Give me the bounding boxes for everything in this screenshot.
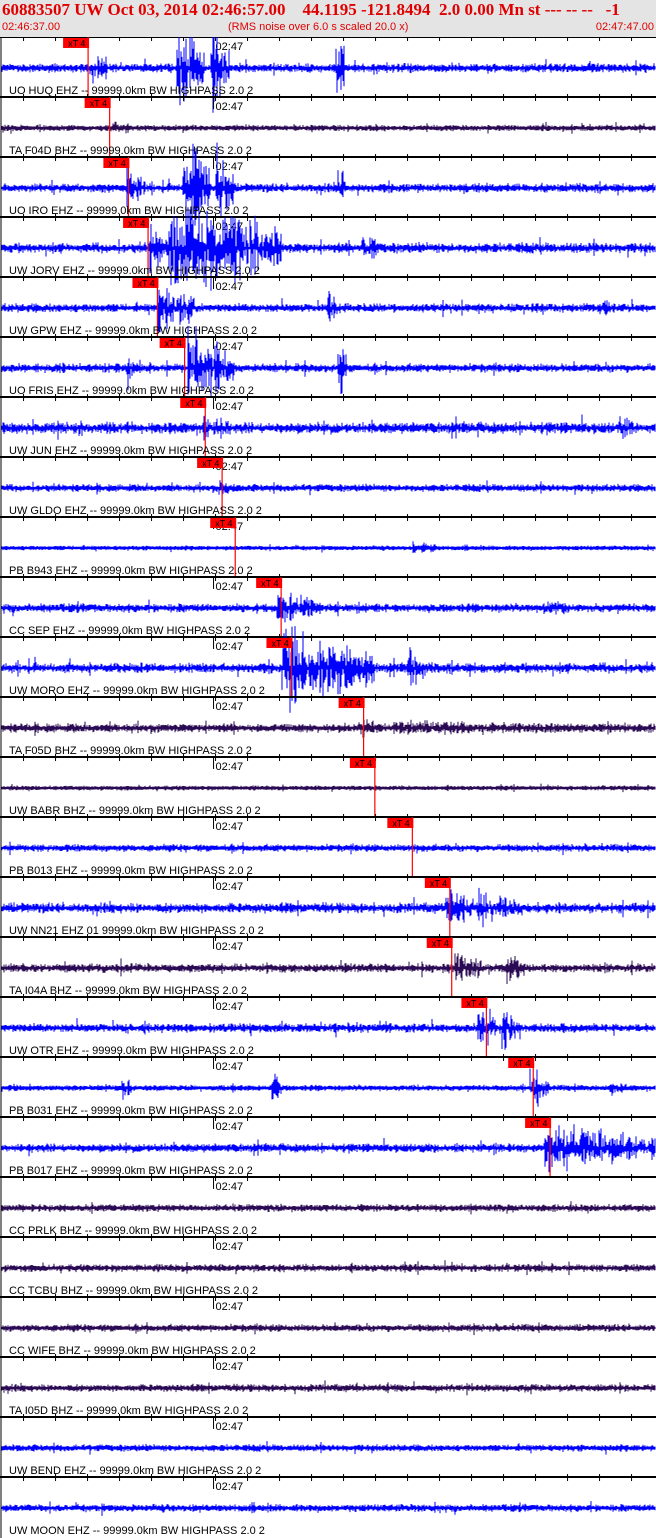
pick-label: xT 4 [344,699,361,709]
time-tick-label: 02:47 [216,1121,244,1133]
time-tick-label: 02:47 [216,401,244,413]
waveform-trace [0,719,656,738]
time-tick-label: 02:47 [216,1061,244,1073]
waveform-trace [0,414,656,441]
header: 60883507 UW Oct 03, 2014 02:46:57.00 44.… [0,0,656,37]
station-label: PB B943 EHZ -- 99999.0km BW HIGHPASS 2.0… [9,565,253,577]
time-tick-label: 02:47 [216,761,244,773]
pick-label: xT 4 [202,459,219,469]
station-label: UW BEND EHZ -- 99999.0km BW HIGHPASS 2.0… [9,1465,261,1477]
waveform-trace [0,480,656,496]
station-label: UO IRO EHZ -- 99999.0km BW HIGHPASS 2.0 … [9,205,248,217]
waveform-trace [0,207,656,291]
station-label: UW JORV EHZ -- 99999.0km BW HIGHPASS 2.0… [9,265,260,277]
station-label: CC PRLK BHZ -- 99999.0km BW HIGHPASS 2.0… [9,1225,257,1237]
time-tick-label: 02:47 [216,941,244,953]
station-label: PB B013 EHZ -- 99999.0km BW HIGHPASS 2.0… [9,865,253,877]
pick-label: xT 4 [530,1119,547,1129]
pick-label: xT 4 [90,99,107,109]
station-label: PB B031 EHZ -- 99999.0km BW HIGHPASS 2.0… [9,1105,253,1117]
pick-label: xT 4 [108,159,125,169]
pick-label: xT 4 [185,399,202,409]
station-label: TA I05D BHZ -- 99999.0km BW HIGHPASS 2.0… [9,1405,248,1417]
station-label: UO FRIS EHZ -- 99999.0km BW HIGHPASS 2.0… [9,385,254,397]
rms-note: (RMS noise over 6.0 s scaled 20.0 x) [228,21,409,33]
time-tick-label: 02:47 [216,881,244,893]
waveform-trace [0,541,656,553]
start-time: 02:46:37.00 [2,21,61,33]
station-label: UW MORO EHZ -- 99999.0km BW HIGHPASS 2.0… [9,685,265,697]
time-tick-label: 02:47 [216,701,244,713]
time-tick-label: 02:47 [216,1481,244,1493]
pick-label: xT 4 [466,999,483,1009]
time-tick-label: 02:47 [216,1181,244,1193]
time-tick-label: 02:47 [216,1301,244,1313]
time-tick-label: 02:47 [216,1241,244,1253]
time-tick-label: 02:47 [216,281,244,293]
time-tick-label: 02:47 [216,341,244,353]
time-tick-label: 02:47 [216,821,244,833]
station-label: CC TCBU BHZ -- 99999.0km BW HIGHPASS 2.0… [9,1285,258,1297]
waveform-trace [0,592,656,623]
station-label: PB B017 EHZ -- 99999.0km BW HIGHPASS 2.0… [9,1165,253,1177]
station-label: CC WIFE BHZ -- 99999.0km BW HIGHPASS 2.0… [9,1345,256,1357]
pick-label: xT 4 [271,639,288,649]
station-label: TA I04A BHZ -- 99999.0km BW HIGHPASS 2.0… [9,985,247,997]
pick-label: xT 4 [137,279,154,289]
pick-label: xT 4 [215,519,232,529]
event-title: 60883507 UW Oct 03, 2014 02:46:57.00 44.… [2,0,620,19]
waveform-trace [0,1068,656,1107]
time-tick-label: 02:47 [216,1001,244,1013]
station-label: UW NN21 EHZ 01 99999.0km BW HIGHPASS 2.0… [9,925,264,937]
pick-label: xT 4 [432,939,449,949]
pick-label: xT 4 [430,879,447,889]
pick-label: xT 4 [128,219,145,229]
pick-label: xT 4 [513,1059,530,1069]
waveform-trace [0,841,656,856]
pick-label: xT 4 [392,819,409,829]
waveform-trace [0,1201,656,1215]
pick-label: xT 4 [261,579,278,589]
station-label: CC SEP EHZ -- 99999.0km BW HIGHPASS 2.0 … [9,625,250,637]
waveform-trace [0,121,656,134]
pick-label: xT 4 [355,759,372,769]
pick-label: xT 4 [165,339,182,349]
waveform-trace [0,1008,656,1050]
time-tick-label: 02:47 [216,161,244,173]
waveform-trace [0,626,656,713]
waveform-trace [0,887,656,928]
time-tick-label: 02:47 [216,1421,244,1433]
station-label: UW MOON EHZ -- 99999.0km BW HIGHPASS 2.0… [9,1525,265,1537]
time-tick-label: 02:47 [216,641,244,653]
station-label: UW GPW EHZ -- 99999.0km BW HIGHPASS 2.0 … [9,325,257,337]
waveform-trace [0,1501,656,1516]
station-label: UW BABR BHZ -- 99999.0km BW HIGHPASS 2.0… [9,805,261,817]
waveform-trace [0,1260,656,1276]
time-tick-label: 02:47 [216,1361,244,1373]
waveform-trace [0,1380,656,1396]
station-label: UW OTR EHZ -- 99999.0km BW HIGHPASS 2.0 … [9,1045,254,1057]
waveform-trace [0,953,656,984]
end-time: 02:47:47.00 [595,21,654,33]
station-label: UW GLDO EHZ -- 99999.0km BW HIGHPASS 2.0… [9,505,262,517]
waveform-trace [0,1441,656,1455]
time-tick-label: 02:47 [216,581,244,593]
waveform-trace [0,1322,656,1336]
waveform-trace [0,783,656,793]
station-label: UO HUQ EHZ -- 99999.0km BW HIGHPASS 2.0 … [9,85,253,97]
pick-label: xT 4 [68,39,85,49]
time-tick-label: 02:47 [216,101,244,113]
seismogram-plot: 02:47 xT 4 UO HUQ EHZ -- 99999.0km BW HIGH… [0,37,656,1538]
